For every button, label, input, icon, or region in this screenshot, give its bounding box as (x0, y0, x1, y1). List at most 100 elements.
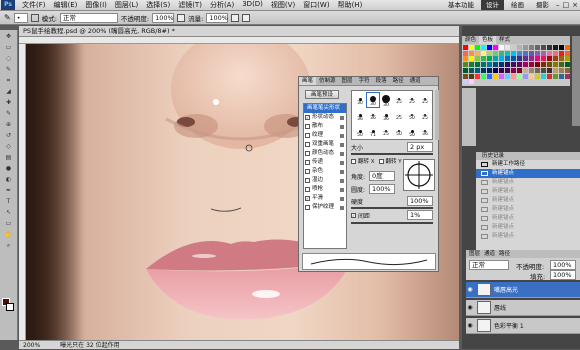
color-swatch[interactable] (505, 62, 510, 68)
lock-icon[interactable] (340, 115, 344, 120)
color-swatch[interactable] (565, 73, 570, 79)
brush-option-checkbox[interactable]: ✓ (305, 115, 310, 120)
color-swatch[interactable] (511, 67, 516, 73)
brush-tip-cell[interactable]: 36 (380, 109, 392, 122)
color-swatch[interactable] (529, 50, 534, 56)
color-swatch[interactable] (559, 62, 564, 68)
opacity-pressure-icon[interactable] (177, 13, 186, 22)
color-swatch[interactable] (553, 45, 558, 50)
color-swatch[interactable] (463, 56, 468, 62)
history-state-row[interactable]: 新建锚点 (476, 196, 580, 205)
color-swatch[interactable] (535, 73, 540, 79)
color-swatch[interactable] (499, 67, 504, 73)
color-swatch[interactable] (511, 56, 516, 62)
color-swatch[interactable] (463, 79, 468, 85)
color-swatch[interactable] (565, 62, 570, 68)
history-state-row[interactable]: 新建锚点 (476, 169, 580, 178)
marquee-tool-icon[interactable]: ▭ (2, 43, 16, 52)
color-swatch[interactable] (529, 45, 534, 50)
color-swatch[interactable] (535, 62, 540, 68)
shape-tool-icon[interactable]: ▭ (2, 219, 16, 228)
color-swatch[interactable] (463, 62, 468, 68)
lock-icon[interactable] (340, 124, 344, 129)
hand-tool-icon[interactable]: ✋ (2, 230, 16, 239)
color-swatch[interactable] (499, 73, 504, 79)
spacing-checkbox[interactable]: ✓ (351, 213, 356, 218)
brush-tip-cell[interactable]: 36 (367, 109, 379, 121)
history-state-row[interactable]: 新建锚点 (476, 214, 580, 223)
color-swatch[interactable] (475, 73, 480, 79)
brush-tip-cell[interactable]: 50 (406, 125, 418, 138)
spacing-slider[interactable] (351, 222, 433, 224)
color-swatch[interactable] (481, 73, 486, 79)
lock-icon[interactable] (340, 133, 344, 138)
color-swatch[interactable] (517, 50, 522, 56)
color-swatch[interactable] (487, 56, 492, 62)
color-swatch[interactable] (523, 50, 528, 56)
color-swatch[interactable] (553, 62, 558, 68)
menu-item[interactable]: 图像(I) (81, 0, 111, 10)
color-swatch[interactable] (505, 56, 510, 62)
color-swatch[interactable] (469, 62, 474, 68)
color-swatch[interactable] (481, 62, 486, 68)
color-swatch[interactable] (469, 73, 474, 79)
color-swatch[interactable] (493, 73, 498, 79)
color-swatch[interactable] (493, 45, 498, 50)
color-swatch[interactable] (517, 73, 522, 79)
color-swatch[interactable] (505, 45, 510, 50)
lock-icon[interactable] (340, 142, 344, 147)
crop-tool-icon[interactable]: ⌗ (2, 76, 16, 85)
brush-tip-cell[interactable]: 50 (354, 125, 366, 138)
color-swatch[interactable] (523, 73, 528, 79)
color-swatch[interactable] (487, 50, 492, 56)
color-swatch[interactable] (535, 50, 540, 56)
brush-option-checkbox[interactable] (305, 178, 310, 183)
document-tab[interactable]: PS鼠手绘教程.psd @ 200% (嘴唇高光, RGB/8#) * (19, 26, 459, 37)
eyedropper-tool-icon[interactable]: ◢ (2, 87, 16, 96)
angle-roundness-widget[interactable] (403, 159, 435, 191)
brush-option-checkbox[interactable] (305, 205, 310, 210)
color-swatch[interactable] (565, 67, 570, 73)
color-swatch[interactable] (547, 73, 552, 79)
brush-tip-cell[interactable]: 25 (419, 109, 431, 121)
menu-item[interactable]: 3D(D) (238, 0, 267, 10)
eye-icon[interactable]: ◉ (466, 304, 474, 311)
color-swatch[interactable] (529, 73, 534, 79)
color-swatch[interactable] (469, 45, 474, 50)
size-field[interactable]: 2 px (407, 142, 433, 152)
flip-y-checkbox[interactable] (378, 158, 384, 164)
color-swatch[interactable] (481, 45, 486, 50)
minimize-icon[interactable]: – (556, 1, 560, 9)
color-swatch[interactable] (463, 45, 468, 50)
history-state-row[interactable]: 新建锚点 (476, 223, 580, 232)
brush-presets-button[interactable]: 画笔预设 (305, 90, 339, 99)
history-brush-tool-icon[interactable]: ↺ (2, 131, 16, 140)
color-swatch[interactable] (559, 73, 564, 79)
quick-select-tool-icon[interactable]: ✎ (2, 65, 16, 74)
brush-tip-cell[interactable]: 25 (419, 93, 431, 105)
color-swatch[interactable] (553, 50, 558, 56)
color-swatch[interactable] (481, 50, 486, 56)
brush-option-checkbox[interactable] (305, 187, 310, 192)
brush-tip-cell[interactable]: 36 (354, 109, 366, 122)
color-swatch[interactable] (463, 67, 468, 73)
close-icon[interactable]: × (572, 1, 578, 9)
color-swatch[interactable] (475, 56, 480, 62)
brush-option-checkbox[interactable] (305, 169, 310, 174)
background-color-swatch[interactable] (6, 303, 14, 311)
dodge-tool-icon[interactable]: ◐ (2, 175, 16, 184)
color-swatch[interactable] (523, 62, 528, 68)
color-swatch[interactable] (475, 62, 480, 68)
color-swatch[interactable] (541, 45, 546, 50)
color-swatch[interactable] (529, 62, 534, 68)
brush-panel-tab[interactable]: 通道 (407, 77, 424, 85)
blur-tool-icon[interactable]: ● (2, 164, 16, 173)
layers-tab[interactable]: 通道 (484, 250, 495, 258)
color-swatch[interactable] (535, 56, 540, 62)
color-swatch[interactable] (523, 56, 528, 62)
eye-icon[interactable]: ◉ (466, 322, 474, 329)
brush-tip-cell[interactable]: 71 (367, 125, 379, 138)
gradient-tool-icon[interactable]: ▤ (2, 153, 16, 162)
menu-item[interactable]: 窗口(W) (299, 0, 333, 10)
color-swatch[interactable] (541, 67, 546, 73)
